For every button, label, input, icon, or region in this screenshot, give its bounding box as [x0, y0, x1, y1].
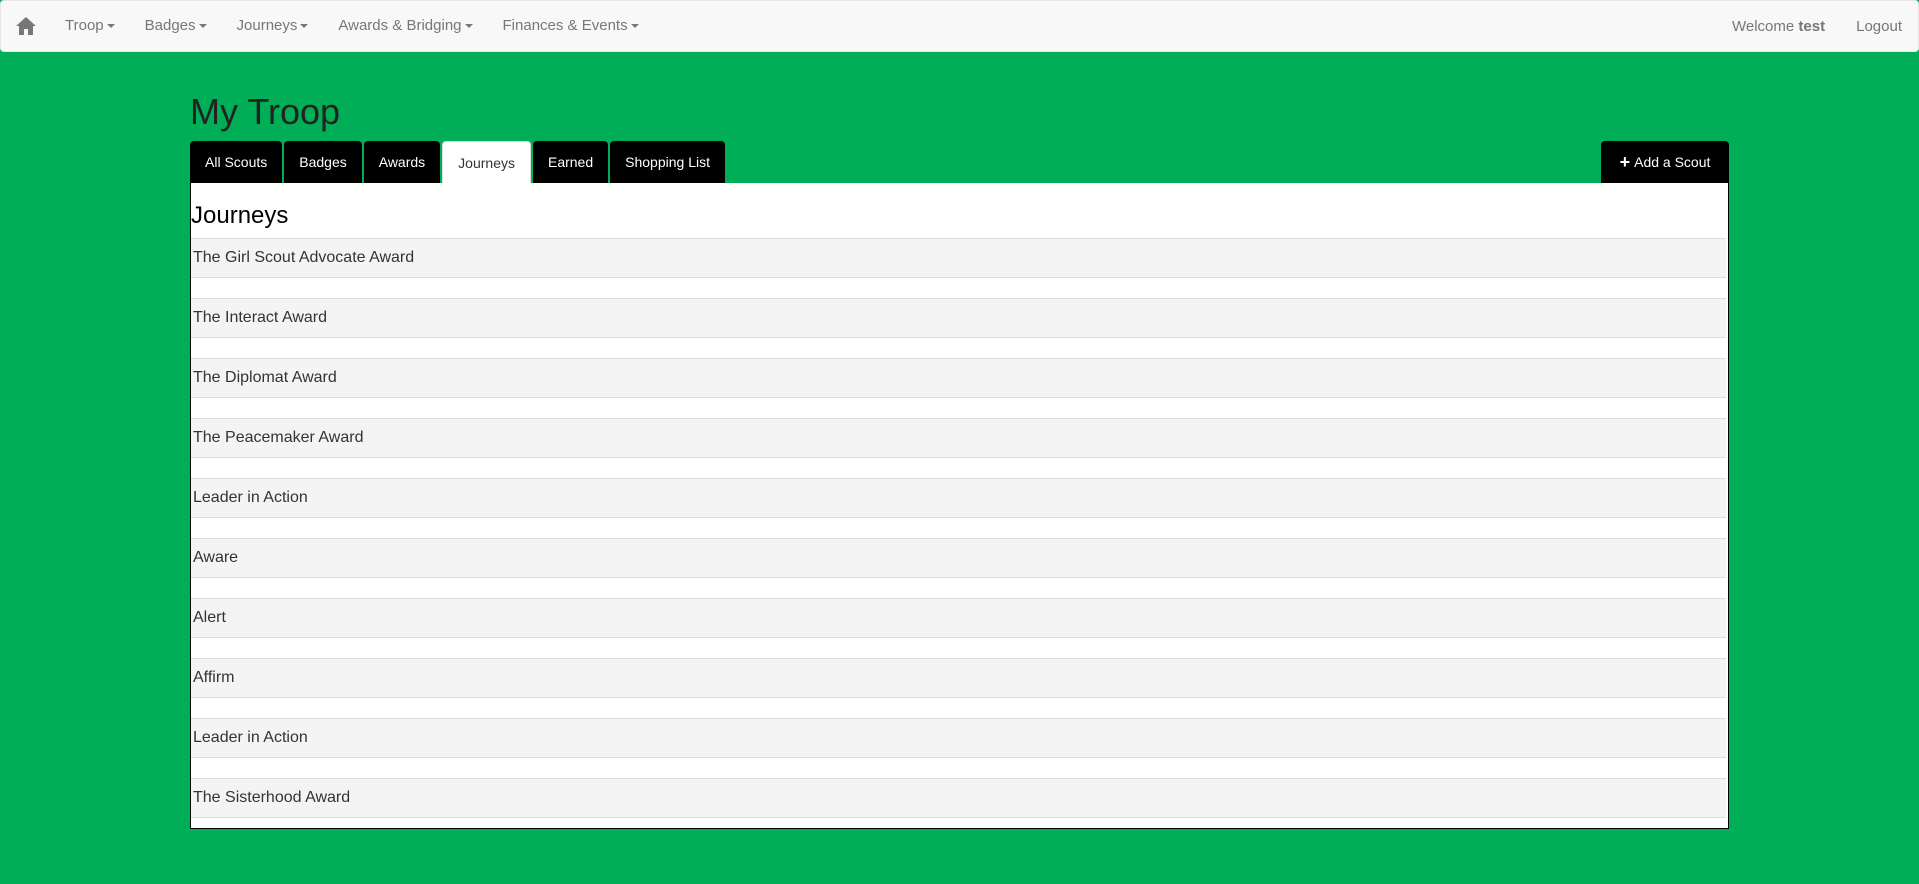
troop-tabs: All Scouts Badges Awards Journeys Earned… [190, 141, 727, 184]
list-item[interactable]: The Diplomat Award [191, 358, 1726, 398]
list-item[interactable]: Aware [191, 538, 1726, 578]
list-item[interactable]: The Peacemaker Award [191, 418, 1726, 458]
tab-all-scouts[interactable]: All Scouts [190, 141, 283, 183]
home-icon[interactable] [15, 15, 37, 37]
home-icon-svg [16, 17, 36, 35]
caret-down-icon [630, 24, 639, 29]
panel-heading: Journeys [191, 202, 289, 229]
tab-awards[interactable]: Awards [363, 141, 441, 183]
journeys-panel: Journeys The Girl Scout Advocate Award T… [190, 183, 1729, 829]
welcome-text: Welcome test [1717, 18, 1840, 35]
journey-list: The Girl Scout Advocate Award The Intera… [191, 238, 1728, 818]
list-item[interactable]: Affirm [191, 658, 1726, 698]
nav-item-badges[interactable]: Badges [130, 1, 222, 51]
nav-item-label: Troop [65, 17, 104, 34]
nav-item-label: Finances & Events [502, 17, 628, 34]
list-item[interactable]: The Sisterhood Award [191, 778, 1726, 818]
welcome-prefix: Welcome [1732, 17, 1795, 35]
nav-item-label: Journeys [236, 17, 298, 34]
nav-user-area: Welcome test Logout [1717, 1, 1918, 51]
tab-badges[interactable]: Badges [284, 141, 362, 183]
plus-icon: + [1619, 152, 1631, 172]
nav-item-awards-bridging[interactable]: Awards & Bridging [323, 1, 487, 51]
tab-earned[interactable]: Earned [532, 141, 609, 183]
logout-link[interactable]: Logout [1840, 18, 1918, 35]
nav-item-journeys[interactable]: Journeys [222, 1, 324, 51]
tab-journeys[interactable]: Journeys [442, 141, 531, 184]
caret-down-icon [106, 24, 115, 29]
page-title: My Troop [190, 91, 341, 132]
caret-down-icon [464, 24, 473, 29]
caret-down-icon [198, 24, 207, 29]
list-item[interactable]: The Interact Award [191, 298, 1726, 338]
nav-item-troop[interactable]: Troop [53, 1, 130, 51]
add-scout-button[interactable]: + Add a Scout [1601, 141, 1729, 183]
list-item[interactable]: The Girl Scout Advocate Award [191, 238, 1726, 278]
add-scout-label: Add a Scout [1634, 154, 1711, 170]
nav-menu: Troop Badges Journeys Awards & Bridging … [53, 1, 654, 51]
list-item[interactable]: Leader in Action [191, 718, 1726, 758]
caret-down-icon [300, 24, 309, 29]
nav-item-finances-events[interactable]: Finances & Events [488, 1, 654, 51]
username: test [1798, 17, 1826, 35]
nav-item-label: Awards & Bridging [338, 17, 462, 34]
list-item[interactable]: Leader in Action [191, 478, 1726, 518]
tab-shopping-list[interactable]: Shopping List [610, 141, 725, 183]
nav-item-label: Badges [144, 17, 196, 34]
list-item[interactable]: Alert [191, 598, 1726, 638]
top-navbar: Troop Badges Journeys Awards & Bridging … [0, 0, 1919, 52]
